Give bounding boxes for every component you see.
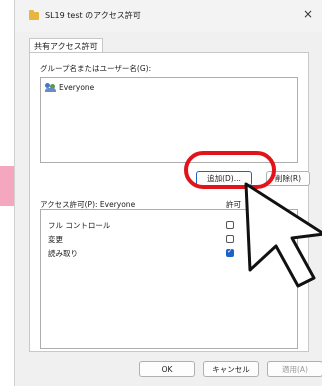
allow-checkbox[interactable] <box>226 247 234 257</box>
ok-button[interactable]: OK <box>139 361 195 377</box>
apply-button[interactable]: 適用(A) <box>267 361 322 377</box>
cancel-button[interactable]: キャンセル <box>203 361 259 377</box>
share-permissions-panel: グループ名またはユーザー名(G): Everyone 追加(D)... 削除(R… <box>29 52 310 352</box>
list-item[interactable]: Everyone <box>45 82 94 92</box>
title-bar: SL19 test のアクセス許可 × <box>15 0 322 32</box>
close-button[interactable]: × <box>294 0 322 28</box>
permission-name: 変更 <box>48 235 63 244</box>
permission-name: 読み取り <box>48 249 78 258</box>
allow-checkbox[interactable] <box>226 221 234 229</box>
permission-row: 変更 <box>30 233 308 245</box>
permission-row: 読み取り <box>30 247 308 259</box>
permission-row: フル コントロール <box>30 219 308 231</box>
permissions-dialog: SL19 test のアクセス許可 × 共有アクセス許可 グループ名またはユーザ… <box>14 0 322 386</box>
permissions-label: アクセス許可(P): Everyone <box>40 200 136 209</box>
background-strip <box>0 166 14 206</box>
permission-name: フル コントロール <box>48 221 111 230</box>
window-title: SL19 test のアクセス許可 <box>45 11 141 20</box>
user-name: Everyone <box>59 82 95 92</box>
highlight-ring <box>184 151 276 189</box>
allow-checkbox[interactable] <box>226 235 234 243</box>
user-list[interactable]: Everyone <box>40 77 298 163</box>
allow-column-header: 許可 <box>226 200 241 209</box>
folder-icon <box>29 10 39 20</box>
group-users-icon <box>45 82 56 92</box>
group-list-label: グループ名またはユーザー名(G): <box>40 64 152 73</box>
